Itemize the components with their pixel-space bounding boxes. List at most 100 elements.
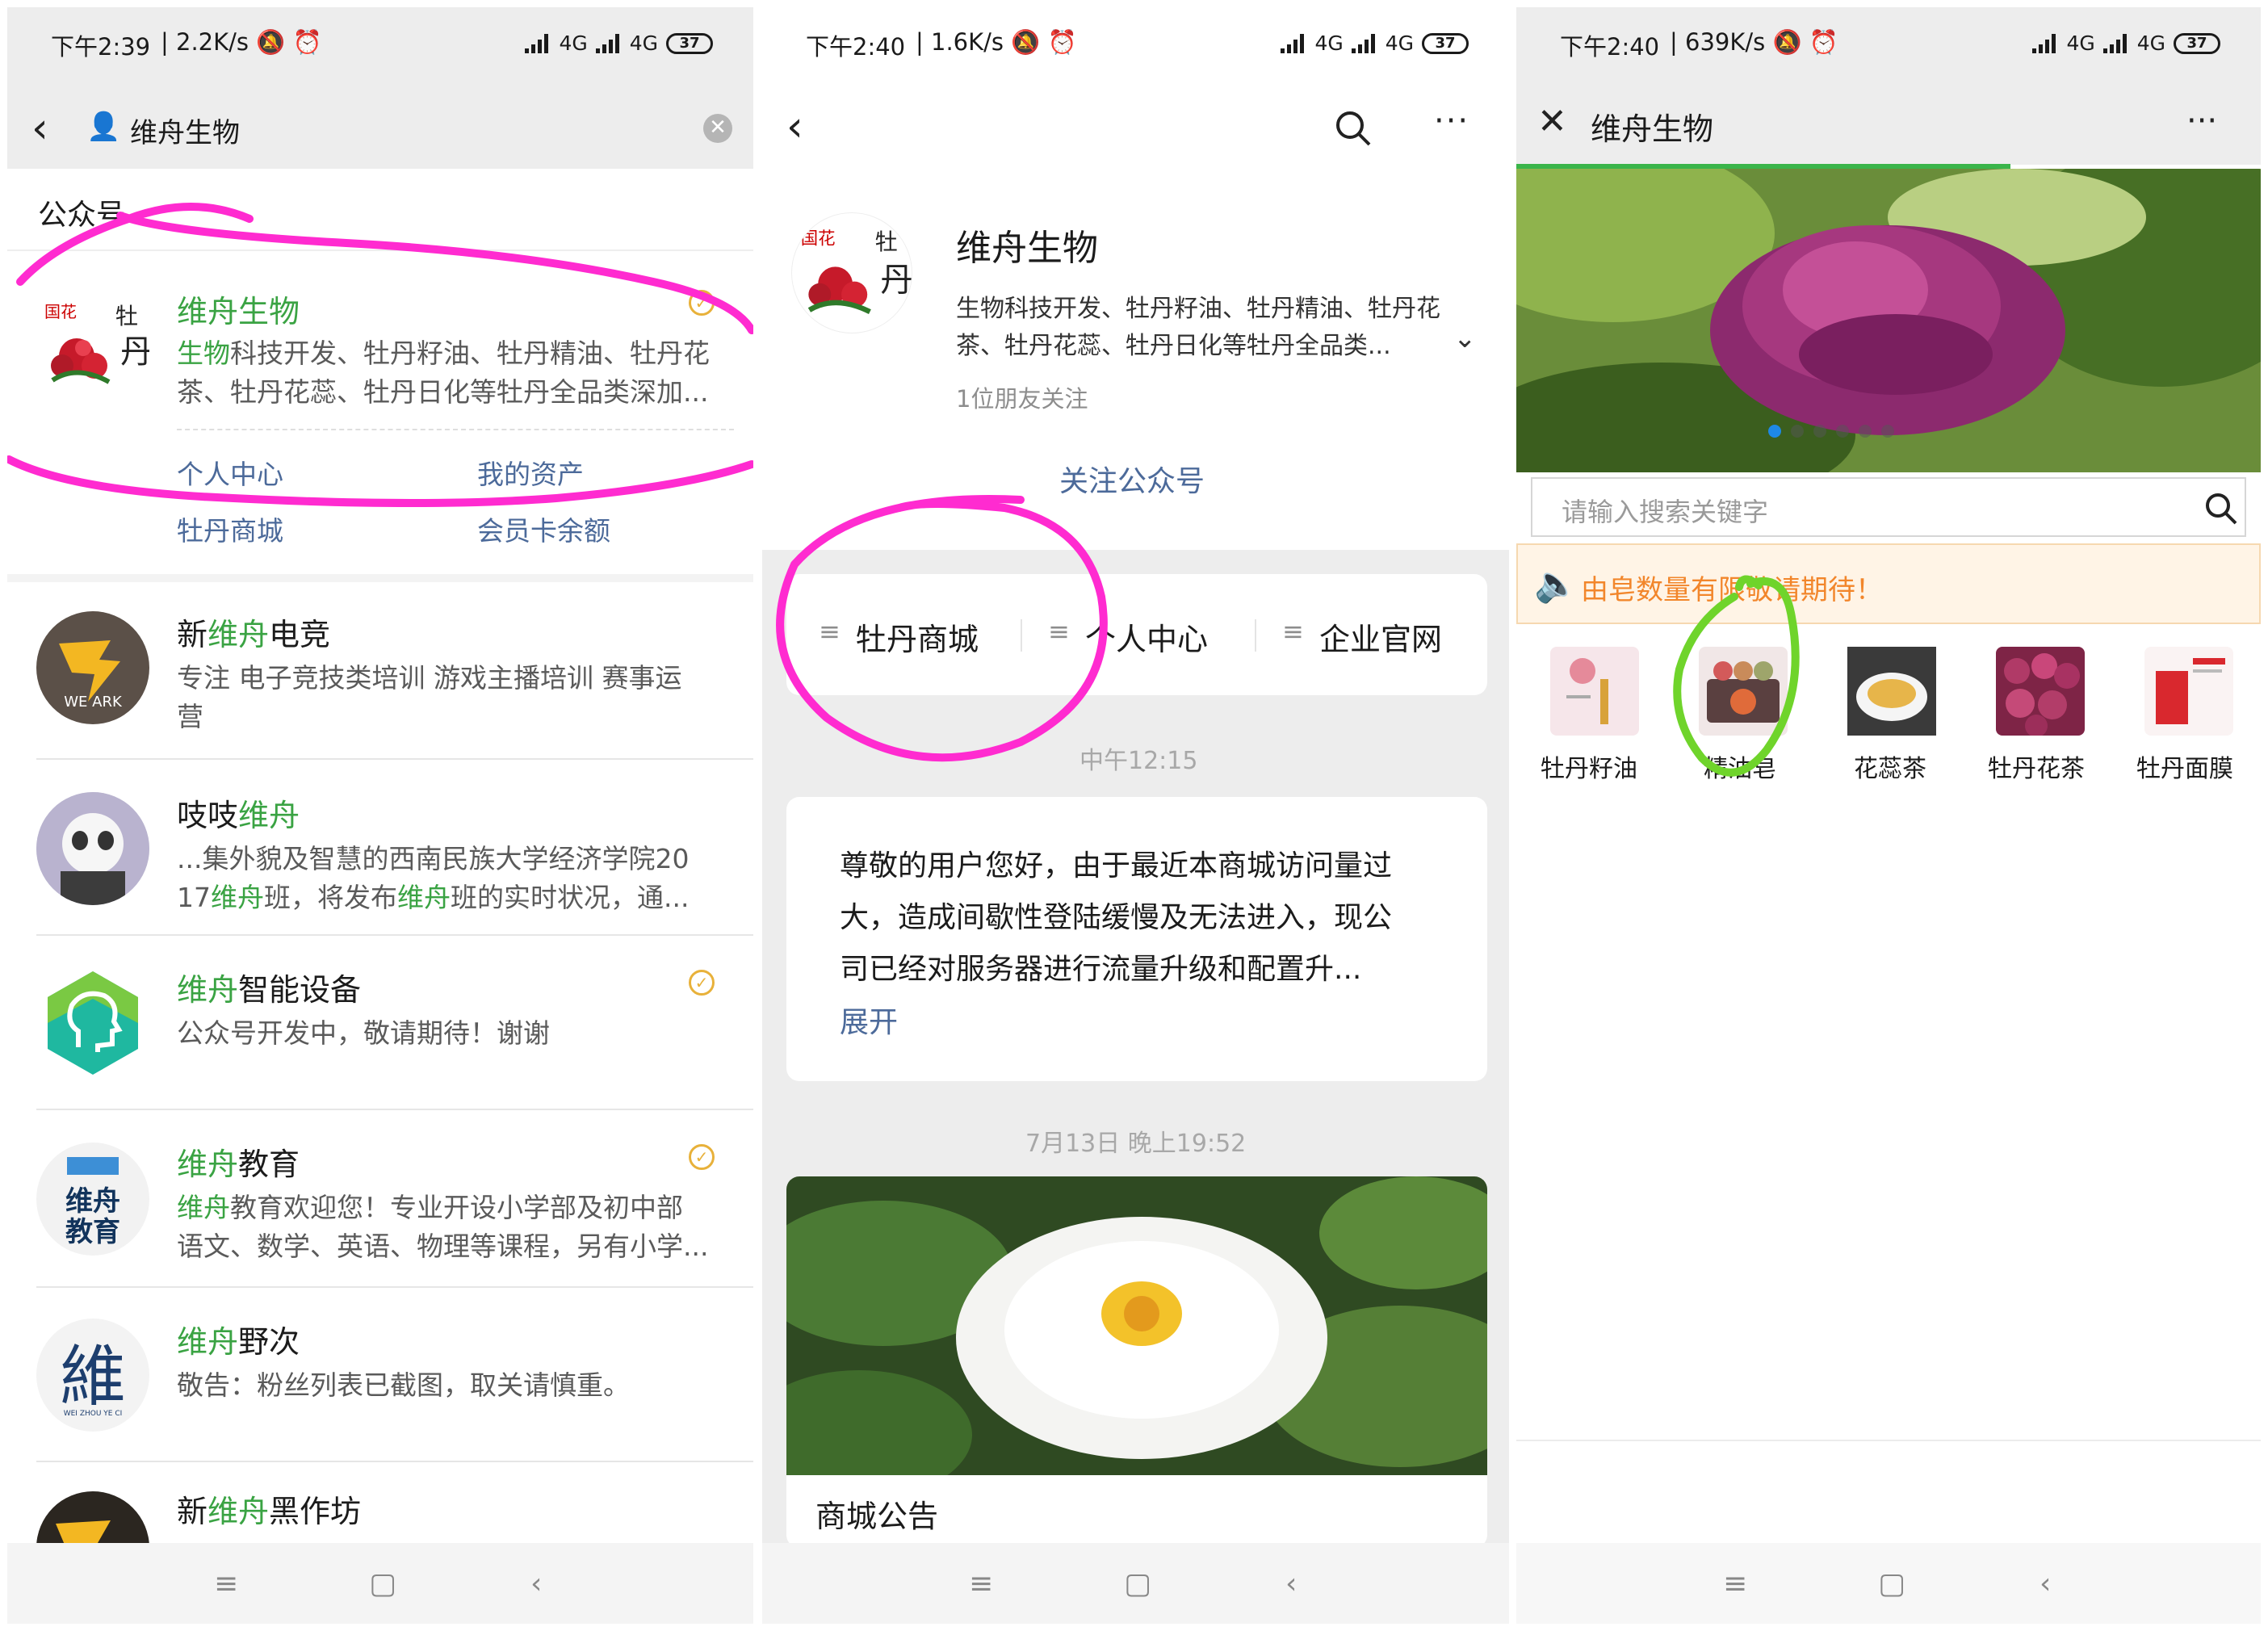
signal-hd-icon <box>2102 33 2129 53</box>
result-weizhou-heizuofang[interactable]: 新维舟黑作坊 <box>7 1462 753 1543</box>
peony-banner[interactable] <box>1516 169 2261 472</box>
category-image[interactable] <box>1996 647 2085 737</box>
back-nav-icon[interactable]: ‹ <box>530 1567 542 1600</box>
status-bar: 下午2:40 | 1.6K/s 🔕 ⏰ 4G 4G 37 <box>762 7 1509 88</box>
menu-icon[interactable]: ≡ <box>214 1567 238 1600</box>
svg-text:WE ARK: WE ARK <box>64 694 123 711</box>
followers-count: 1位朋友关注 <box>956 385 1088 413</box>
signal-hd-icon <box>595 33 622 53</box>
result-title: 维舟智能设备 <box>177 972 362 1008</box>
panda-avatar <box>36 792 149 905</box>
category-image[interactable] <box>1699 647 1788 736</box>
clear-icon[interactable]: ✕ <box>703 114 732 143</box>
section-title: 公众号 <box>38 199 126 232</box>
result-weizhou-shengwu[interactable]: 国花 牡 丹 维舟生物 ✓ 生物科技开发、牡丹籽油、牡丹精油、牡丹花 茶、牡丹花… <box>7 251 753 574</box>
category-peony-mask[interactable]: 牡丹面膜 <box>2136 748 2233 784</box>
result-weizhou-dianjing[interactable]: WE ARK 新维舟电竞 专注 电子竞技类培训 游戏主播培训 赛事运 营 <box>7 582 753 758</box>
search-icon[interactable] <box>2204 492 2238 526</box>
account-name: 维舟生物 <box>956 228 1098 269</box>
account-desc-2: 茶、牡丹花蕊、牡丹日化等牡丹全品类... <box>956 332 1391 360</box>
result-desc: 生物科技开发、牡丹籽油、牡丹精油、牡丹花 <box>177 338 710 369</box>
menu-company-site[interactable]: 企业官网 <box>1319 614 1442 659</box>
back-icon[interactable]: ‹ <box>31 104 48 153</box>
menu-icon[interactable]: ≡ <box>1723 1567 1747 1600</box>
menu-lines-icon: ≡ <box>819 616 841 647</box>
back-nav-icon[interactable]: ‹ <box>1285 1567 1297 1600</box>
menu-personal-center[interactable]: 个人中心 <box>1085 614 1208 659</box>
category-essential-oil-soap[interactable]: 精油皂 <box>1704 748 1776 784</box>
head-gear-avatar <box>36 966 149 1080</box>
peony-logo-avatar: 国花 牡 丹 <box>36 291 149 405</box>
result-weizhou-jiaoyu[interactable]: 维舟 教育 维舟教育 ✓ 维舟教育欢迎您！专业开设小学部及初中部 语文、数学、英语… <box>7 1110 753 1286</box>
article-title: 商城公告 <box>815 1499 939 1534</box>
article-card[interactable]: 商城公告 <box>786 1176 1487 1548</box>
result-zhizhi-weizhou[interactable]: 吱吱维舟 ...集外貌及智慧的西南民族大学经济学院20 17维舟班，将发布维舟班… <box>7 760 753 934</box>
menu-peony-mall[interactable]: 牡丹商城 <box>177 509 283 548</box>
menu-my-assets[interactable]: 我的资产 <box>477 453 584 492</box>
result-desc: ...集外貌及智慧的西南民族大学经济学院20 <box>177 843 690 874</box>
svg-text:WEI ZHOU YE CI: WEI ZHOU YE CI <box>64 1410 123 1418</box>
we-ark-avatar: WE ARK <box>36 611 149 724</box>
category-image[interactable] <box>1847 647 1936 736</box>
result-title: 新维舟电竞 <box>177 617 331 652</box>
search-bar: ‹ 👤 维舟生物 ✕ <box>7 88 753 169</box>
home-square-icon[interactable]: ▢ <box>369 1567 396 1600</box>
contact-icon: 👤 <box>86 111 121 143</box>
category-peony-flower-tea[interactable]: 牡丹花茶 <box>1988 748 2085 784</box>
close-icon[interactable]: ✕ <box>1537 101 1567 142</box>
mall-search-box[interactable]: 请输入搜索关键字 <box>1531 477 2246 537</box>
battery-icon: 37 <box>2174 32 2220 54</box>
result-title: 维舟生物 <box>177 294 300 329</box>
message-time-2: 7月13日 晚上19:52 <box>1025 1130 1247 1158</box>
search-input[interactable]: 维舟生物 <box>130 111 240 150</box>
menu-card: ≡ 牡丹商城 ≡ 个人中心 ≡ 企业官网 <box>786 574 1487 695</box>
more-icon[interactable]: ··· <box>2186 103 2217 140</box>
svg-text:教育: 教育 <box>65 1216 120 1248</box>
search-input[interactable]: 请输入搜索关键字 <box>1562 492 1768 529</box>
message-line: 尊敬的用户您好，由于最近本商城访问量过 <box>840 849 1393 883</box>
back-nav-icon[interactable]: ‹ <box>2040 1567 2051 1600</box>
home-square-icon[interactable]: ▢ <box>1878 1567 1905 1600</box>
menu-lines-icon: ≡ <box>1282 616 1304 647</box>
svg-text:丹: 丹 <box>120 333 149 371</box>
wei-character-avatar: 維 WEI ZHOU YE CI <box>36 1319 149 1432</box>
category-grid: 牡丹籽油 精油皂 花蕊茶 牡丹花茶 牡丹面膜 <box>1516 629 2261 790</box>
menu-member-card[interactable]: 会员卡余额 <box>477 509 610 548</box>
result-weizhou-yeci[interactable]: 維 WEI ZHOU YE CI 维舟野次 敬告：粉丝列表已截图，取关请慎重。 <box>7 1288 753 1461</box>
education-avatar: 维舟 教育 <box>36 1143 149 1256</box>
verified-icon: ✓ <box>689 970 715 996</box>
menu-peony-mall[interactable]: 牡丹商城 <box>856 614 979 659</box>
menu-icon[interactable]: ≡ <box>969 1567 993 1600</box>
search-icon[interactable] <box>1334 109 1373 148</box>
message-line: 大，造成间歇性登陆缓慢及无法进入，现公 <box>840 901 1393 934</box>
svg-text:维舟: 维舟 <box>65 1185 120 1218</box>
result-desc-2: 茶、牡丹花蕊、牡丹日化等牡丹全品类深加... <box>177 376 709 408</box>
svg-text:牡: 牡 <box>115 303 138 329</box>
category-peony-seed-oil[interactable]: 牡丹籽油 <box>1541 748 1637 784</box>
result-title: 维舟野次 <box>177 1324 300 1360</box>
account-desc: 生物科技开发、牡丹籽油、牡丹精油、牡丹花 <box>956 295 1440 323</box>
more-icon[interactable]: ··· <box>1434 103 1469 140</box>
menu-lines-icon: ≡ <box>1048 616 1070 647</box>
speaker-icon: 🔈 <box>1534 564 1578 605</box>
expand-link[interactable]: 展开 <box>840 999 898 1041</box>
signal-hd-icon <box>1351 33 1377 53</box>
result-weizhou-zhineng[interactable]: 维舟智能设备 ✓ 公众号开发中，敬请期待！谢谢 <box>7 936 753 1109</box>
home-square-icon[interactable]: ▢ <box>1124 1567 1151 1600</box>
message-card[interactable]: 尊敬的用户您好，由于最近本商城访问量过 大，造成间歇性登陆缓慢及无法进入，现公 … <box>786 797 1487 1081</box>
black-workshop-avatar <box>36 1491 149 1543</box>
follow-button[interactable]: 关注公众号 <box>1059 458 1205 500</box>
notice-bar: 🔈 由皂数量有限敬请期待！ <box>1516 543 2261 624</box>
svg-text:国花: 国花 <box>801 229 836 249</box>
status-bar: 下午2:40 | 639K/s 🔕 ⏰ 4G 4G 37 <box>1516 7 2261 88</box>
back-icon[interactable]: ‹ <box>786 103 803 151</box>
verified-icon: ✓ <box>689 1144 715 1170</box>
chevron-down-icon[interactable]: ⌄ <box>1453 322 1477 354</box>
category-stamen-tea[interactable]: 花蕊茶 <box>1854 748 1926 784</box>
account-profile-screen: 下午2:40 | 1.6K/s 🔕 ⏰ 4G 4G 37 ‹ ··· 国花 牡 … <box>762 7 1509 1624</box>
category-image[interactable] <box>1550 647 1639 736</box>
result-desc: 公众号开发中，敬请期待！谢谢 <box>177 1017 550 1049</box>
category-image[interactable] <box>2144 647 2233 736</box>
menu-personal-center[interactable]: 个人中心 <box>177 453 283 492</box>
signal-indicators: 4G 4G 37 <box>1281 31 1469 55</box>
